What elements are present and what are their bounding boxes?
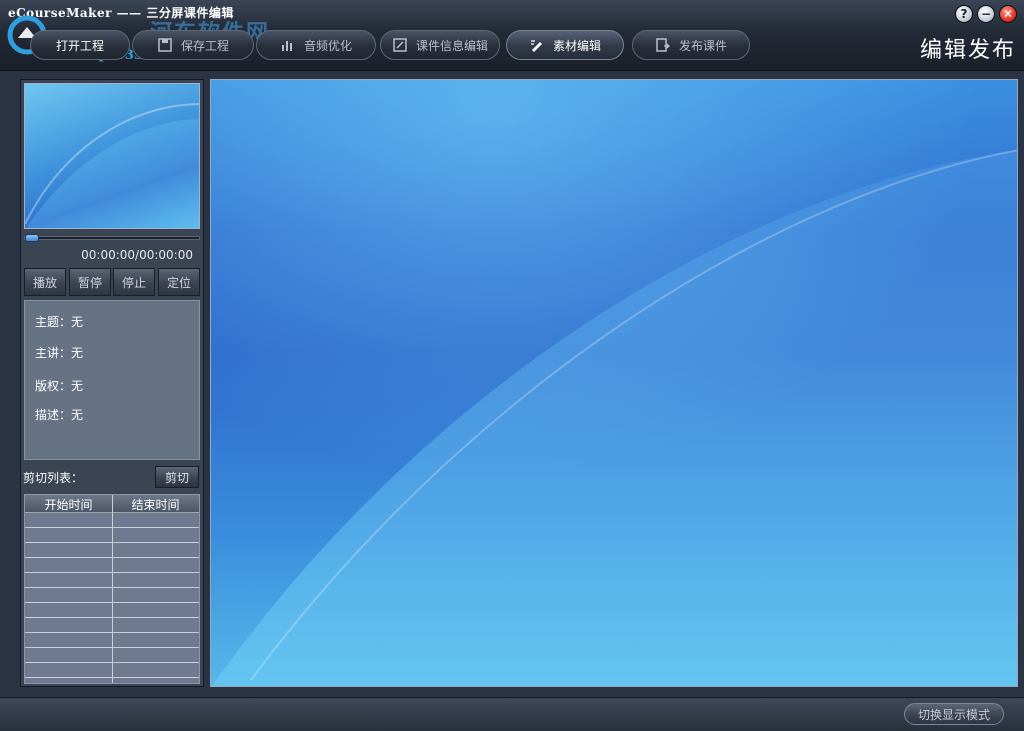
close-button[interactable]: ✕ <box>999 5 1017 23</box>
audio-optimize-button[interactable]: 音频优化 <box>256 30 376 60</box>
course-info-edit-label: 课件信息编辑 <box>415 38 488 53</box>
publish-icon <box>656 38 670 52</box>
column-end-time: 结束时间 <box>131 498 180 512</box>
table-row <box>25 662 199 663</box>
table-row <box>25 647 199 648</box>
table-row <box>25 542 199 543</box>
info-copyright: 版权：无 <box>35 379 84 393</box>
material-edit-label: 素材编辑 <box>552 38 601 53</box>
table-row <box>25 527 199 528</box>
status-bar: 切换显示模式 <box>0 697 1024 731</box>
column-divider <box>112 495 113 683</box>
toggle-display-mode-button[interactable]: 切换显示模式 <box>904 703 1004 725</box>
save-project-label: 保存工程 <box>180 38 229 53</box>
pause-button[interactable]: 暂停 <box>69 268 111 296</box>
preview-swoosh <box>25 103 199 228</box>
save-icon <box>158 38 172 52</box>
material-edit-icon <box>530 40 542 52</box>
edit-info-icon <box>393 38 407 52</box>
open-project-button[interactable]: 打开工程 <box>30 30 130 60</box>
minimize-button[interactable]: − <box>977 5 995 23</box>
help-icon: ? <box>960 7 968 21</box>
info-topic: 主题：无 <box>35 315 84 329</box>
table-row <box>25 617 199 618</box>
table-row <box>25 587 199 588</box>
info-description: 描述：无 <box>35 408 84 422</box>
course-info-edit-button[interactable]: 课件信息编辑 <box>380 30 500 60</box>
table-row <box>25 557 199 558</box>
info-speaker: 主讲：无 <box>35 346 84 360</box>
minimize-icon: − <box>980 7 992 21</box>
column-start-time: 开始时间 <box>44 498 93 512</box>
table-row <box>25 602 199 603</box>
table-row <box>25 632 199 633</box>
playback-progress[interactable] <box>24 234 200 242</box>
video-preview[interactable] <box>24 83 200 229</box>
main-toolbar: 打开工程 保存工程 音频优化 课件信息编辑 素材编辑 发布课件 <box>8 30 768 62</box>
progress-handle[interactable] <box>25 234 39 242</box>
main-stage[interactable] <box>210 79 1018 687</box>
publish-course-button[interactable]: 发布课件 <box>632 30 750 60</box>
course-info-box: 主题：无 主讲：无 版权：无 描述：无 <box>24 300 200 460</box>
cut-button[interactable]: 剪切 <box>155 466 199 488</box>
play-button[interactable]: 播放 <box>24 268 66 296</box>
locate-button[interactable]: 定位 <box>158 268 200 296</box>
equalizer-icon <box>281 41 292 51</box>
close-icon: ✕ <box>1002 7 1014 21</box>
stop-button[interactable]: 停止 <box>113 268 155 296</box>
time-readout: 00:00:00/00:00:00 <box>81 248 193 262</box>
table-row <box>25 572 199 573</box>
help-button[interactable]: ? <box>955 5 973 23</box>
save-project-button[interactable]: 保存工程 <box>132 30 254 60</box>
open-project-label: 打开工程 <box>55 38 104 53</box>
mode-title: 编辑发布 <box>919 38 1016 63</box>
left-panel: 00:00:00/00:00:00 播放 暂停 停止 定位 主题：无 主讲：无 … <box>20 79 204 687</box>
publish-course-label: 发布课件 <box>678 38 727 53</box>
stage-swoosh <box>211 80 1017 686</box>
material-edit-button[interactable]: 素材编辑 <box>506 30 624 60</box>
table-row <box>25 677 199 678</box>
cut-list-table[interactable]: 开始时间 结束时间 <box>24 494 200 684</box>
audio-optimize-label: 音频优化 <box>303 38 352 53</box>
cut-list-label: 剪切列表： <box>23 471 84 485</box>
title-bar: eCourseMaker —— 三分屏课件编辑 河东软件网 www.pc0359… <box>0 0 1024 71</box>
